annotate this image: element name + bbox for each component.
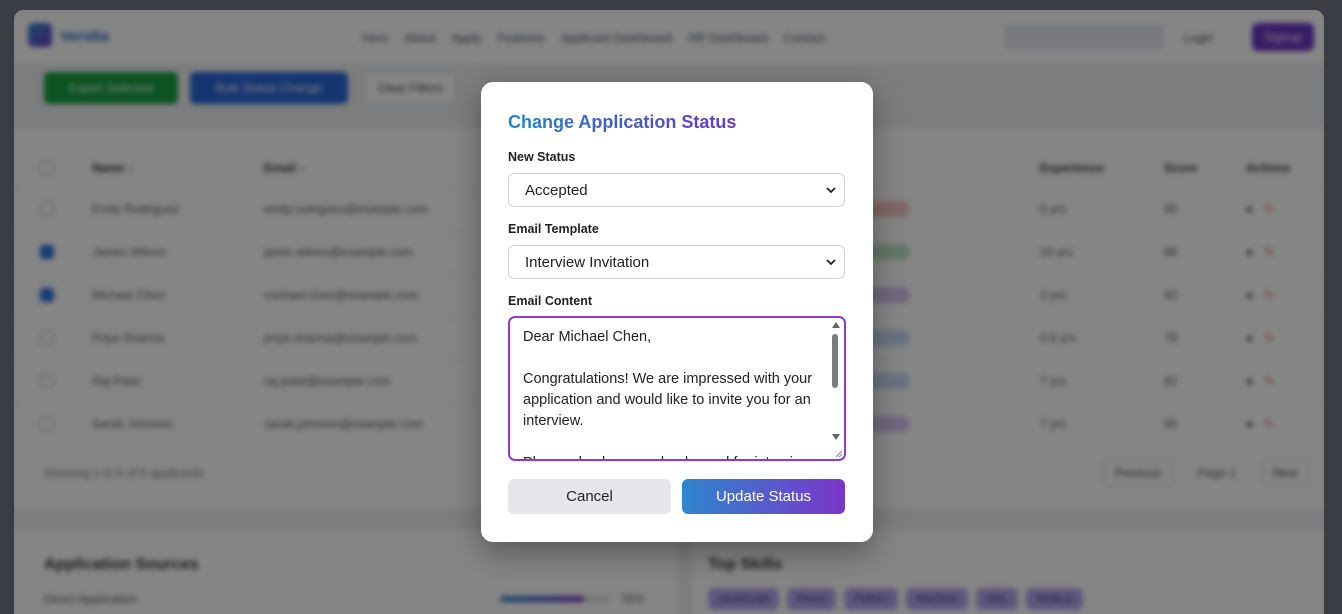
email-template-select[interactable]: Interview Invitation <box>508 245 845 279</box>
chevron-down-icon <box>826 187 836 194</box>
chevron-down-icon <box>826 259 836 266</box>
email-content-text[interactable]: Dear Michael Chen, Congratulations! We a… <box>523 327 823 459</box>
textarea-scrollbar[interactable] <box>830 320 842 457</box>
email-content-textarea[interactable]: Dear Michael Chen, Congratulations! We a… <box>508 316 846 461</box>
modal-title: Change Application Status <box>508 112 737 132</box>
email-template-value: Interview Invitation <box>525 253 650 271</box>
resize-grip-icon[interactable] <box>835 450 843 458</box>
new-status-label: New Status <box>508 150 576 164</box>
scrollbar-thumb[interactable] <box>832 334 838 388</box>
change-status-modal: Change Application Status New Status Acc… <box>481 82 873 542</box>
scroll-down-arrow-icon[interactable] <box>832 434 840 440</box>
scroll-up-arrow-icon[interactable] <box>832 322 840 328</box>
new-status-select[interactable]: Accepted <box>508 173 845 207</box>
email-content-label: Email Content <box>508 294 593 308</box>
new-status-value: Accepted <box>525 181 588 199</box>
update-status-button[interactable]: Update Status <box>682 479 845 514</box>
cancel-button[interactable]: Cancel <box>508 479 671 514</box>
email-template-label: Email Template <box>508 222 599 236</box>
